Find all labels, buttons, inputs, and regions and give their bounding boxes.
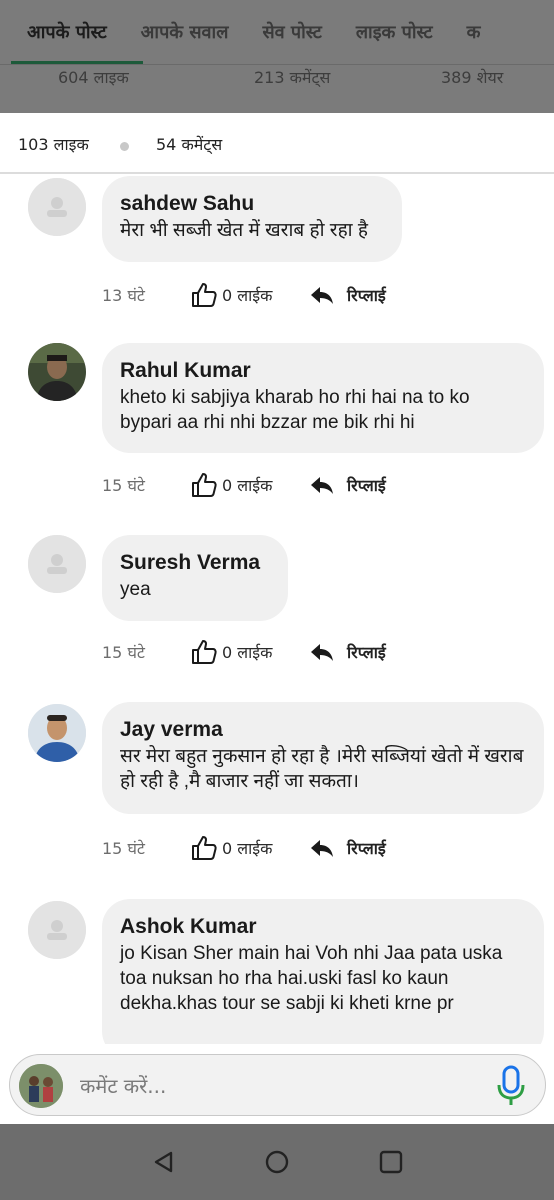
comment-text: मेरा भी सब्जी खेत में खराब हो रहा है — [120, 220, 368, 241]
tab-more[interactable]: क — [467, 20, 481, 44]
profile-header-background: आपके पोस्ट आपके सवाल सेव पोस्ट लाइक पोस्… — [0, 0, 554, 113]
post-comments-count[interactable]: 54 कमेंट्स — [156, 133, 222, 155]
mic-button[interactable] — [494, 1064, 528, 1108]
sheet-header: 103 लाइक 54 कमेंट्स — [0, 113, 554, 174]
current-user-avatar — [19, 1064, 63, 1108]
avatar[interactable] — [28, 704, 86, 762]
person-icon — [28, 901, 86, 959]
person-icon — [28, 535, 86, 593]
comments-sheet: 103 लाइक 54 कमेंट्स sahdew Sahu मेरा भी … — [0, 113, 554, 1124]
comment-bubble[interactable]: Jay verma सर मेरा बहुत नुकसान हो रहा है … — [102, 702, 544, 814]
profile-tabs: आपके पोस्ट आपके सवाल सेव पोस्ट लाइक पोस्… — [0, 0, 554, 64]
comment-input-bar — [9, 1054, 546, 1116]
reply-button[interactable]: रिप्लाई — [309, 638, 386, 666]
like-button[interactable]: 0 लाईक — [190, 834, 272, 862]
profile-shares-count: 389 शेयर — [441, 68, 504, 87]
reply-arrow-icon — [311, 840, 333, 857]
commenter-name[interactable]: Rahul Kumar — [120, 357, 526, 385]
like-count: 0 लाईक — [222, 839, 273, 858]
reply-arrow-icon — [311, 287, 333, 304]
home-button[interactable] — [263, 1148, 291, 1176]
reply-button[interactable]: रिप्लाई — [309, 834, 386, 862]
comment-bubble[interactable]: Rahul Kumar kheto ki sabjiya kharab ho r… — [102, 343, 544, 453]
thumbs-up-icon — [192, 473, 217, 497]
avatar[interactable] — [28, 343, 86, 401]
commenter-name[interactable]: Suresh Verma — [120, 549, 270, 577]
microphone-icon — [497, 1065, 525, 1105]
comment-text: सर मेरा बहुत नुकसान हो रहा है ।मेरी सब्ज… — [120, 746, 524, 792]
thumbs-up-icon — [192, 640, 217, 664]
user-photo — [28, 704, 86, 762]
thumbs-up-icon — [192, 836, 217, 860]
avatar-placeholder[interactable] — [28, 535, 86, 593]
back-triangle-icon — [154, 1151, 173, 1173]
comment-bubble[interactable]: Suresh Verma yea — [102, 535, 288, 621]
comment-time: 15 घंटे — [102, 839, 145, 858]
thumbs-up-icon — [192, 283, 217, 307]
comment-time: 15 घंटे — [102, 476, 145, 495]
tab-your-questions[interactable]: आपके सवाल — [141, 20, 229, 44]
tab-liked-posts[interactable]: लाइक पोस्ट — [356, 20, 433, 44]
recents-button[interactable] — [377, 1148, 405, 1176]
commenter-name[interactable]: Jay verma — [120, 716, 526, 744]
comment-bubble[interactable]: sahdew Sahu मेरा भी सब्जी खेत में खराब ह… — [102, 176, 402, 262]
like-count: 0 लाईक — [222, 643, 273, 662]
like-count: 0 लाईक — [222, 476, 273, 495]
profile-comments-count: 213 कमेंट्स — [254, 68, 331, 87]
reply-arrow-icon — [311, 477, 333, 494]
separator-dot — [120, 142, 129, 151]
tab-your-posts[interactable]: आपके पोस्ट — [27, 20, 107, 44]
person-icon — [28, 178, 86, 236]
comment-time: 13 घंटे — [102, 286, 145, 305]
post-likes-count[interactable]: 103 लाइक — [18, 133, 89, 155]
tabs-divider — [0, 64, 554, 65]
user-photo — [28, 343, 86, 401]
comment-actions: 13 घंटे 0 लाईक रिप्लाई — [102, 281, 522, 309]
like-button[interactable]: 0 लाईक — [190, 281, 272, 309]
reply-arrow-icon — [311, 644, 333, 661]
avatar-placeholder[interactable] — [28, 178, 86, 236]
comment-text: jo Kisan Sher main hai Voh nhi Jaa pata … — [120, 943, 503, 1014]
reply-label: रिप्लाई — [347, 286, 386, 305]
comment-bubble[interactable]: Ashok Kumar jo Kisan Sher main hai Voh n… — [102, 899, 544, 1044]
like-count: 0 लाईक — [222, 286, 273, 305]
user-photo — [19, 1064, 63, 1108]
system-navigation-bar — [0, 1124, 554, 1200]
comment-input[interactable] — [80, 1069, 480, 1103]
commenter-name[interactable]: Ashok Kumar — [120, 913, 526, 941]
comment-actions: 15 घंटे 0 लाईक रिप्लाई — [102, 638, 522, 666]
tab-saved-posts[interactable]: सेव पोस्ट — [262, 20, 321, 44]
comments-list[interactable]: sahdew Sahu मेरा भी सब्जी खेत में खराब ह… — [0, 176, 554, 1044]
avatar-placeholder[interactable] — [28, 901, 86, 959]
comment-text: yea — [120, 579, 151, 600]
like-button[interactable]: 0 लाईक — [190, 638, 272, 666]
reply-button[interactable]: रिप्लाई — [309, 471, 386, 499]
profile-stats: 604 लाइक 213 कमेंट्स 389 शेयर — [0, 66, 554, 88]
reply-label: रिप्लाई — [347, 839, 386, 858]
back-button[interactable] — [150, 1148, 178, 1176]
comment-actions: 15 घंटे 0 लाईक रिप्लाई — [102, 834, 522, 862]
commenter-name[interactable]: sahdew Sahu — [120, 190, 384, 218]
reply-button[interactable]: रिप्लाई — [309, 281, 386, 309]
comment-text: kheto ki sabjiya kharab ho rhi hai na to… — [120, 387, 470, 433]
comment-time: 15 घंटे — [102, 643, 145, 662]
like-button[interactable]: 0 लाईक — [190, 471, 272, 499]
comment-actions: 15 घंटे 0 लाईक रिप्लाई — [102, 471, 522, 499]
home-circle-icon — [265, 1150, 289, 1174]
reply-label: रिप्लाई — [347, 643, 386, 662]
reply-label: रिप्लाई — [347, 476, 386, 495]
recents-square-icon — [379, 1150, 403, 1174]
profile-likes-count: 604 लाइक — [58, 68, 129, 87]
